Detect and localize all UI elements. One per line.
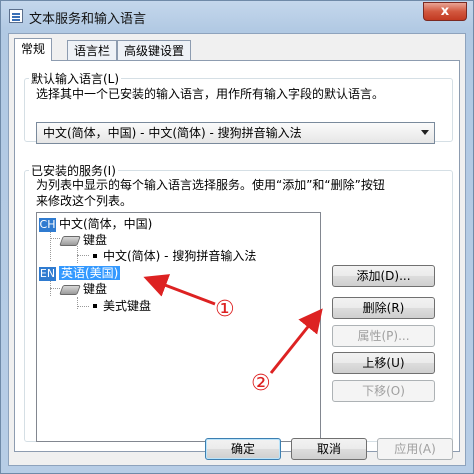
dialog-window: 文本服务和输入语言 x 常规 语言栏 高级键设置 默认输入语言(L) 选择其中一…	[0, 0, 474, 474]
annotation-arrows	[143, 274, 323, 374]
arrow-to-english	[143, 274, 216, 306]
annotation-one: ①	[215, 297, 235, 322]
arrow-to-remove	[269, 308, 323, 374]
tab-general[interactable]: 常规	[14, 38, 53, 61]
annotation-two: ②	[251, 371, 271, 396]
